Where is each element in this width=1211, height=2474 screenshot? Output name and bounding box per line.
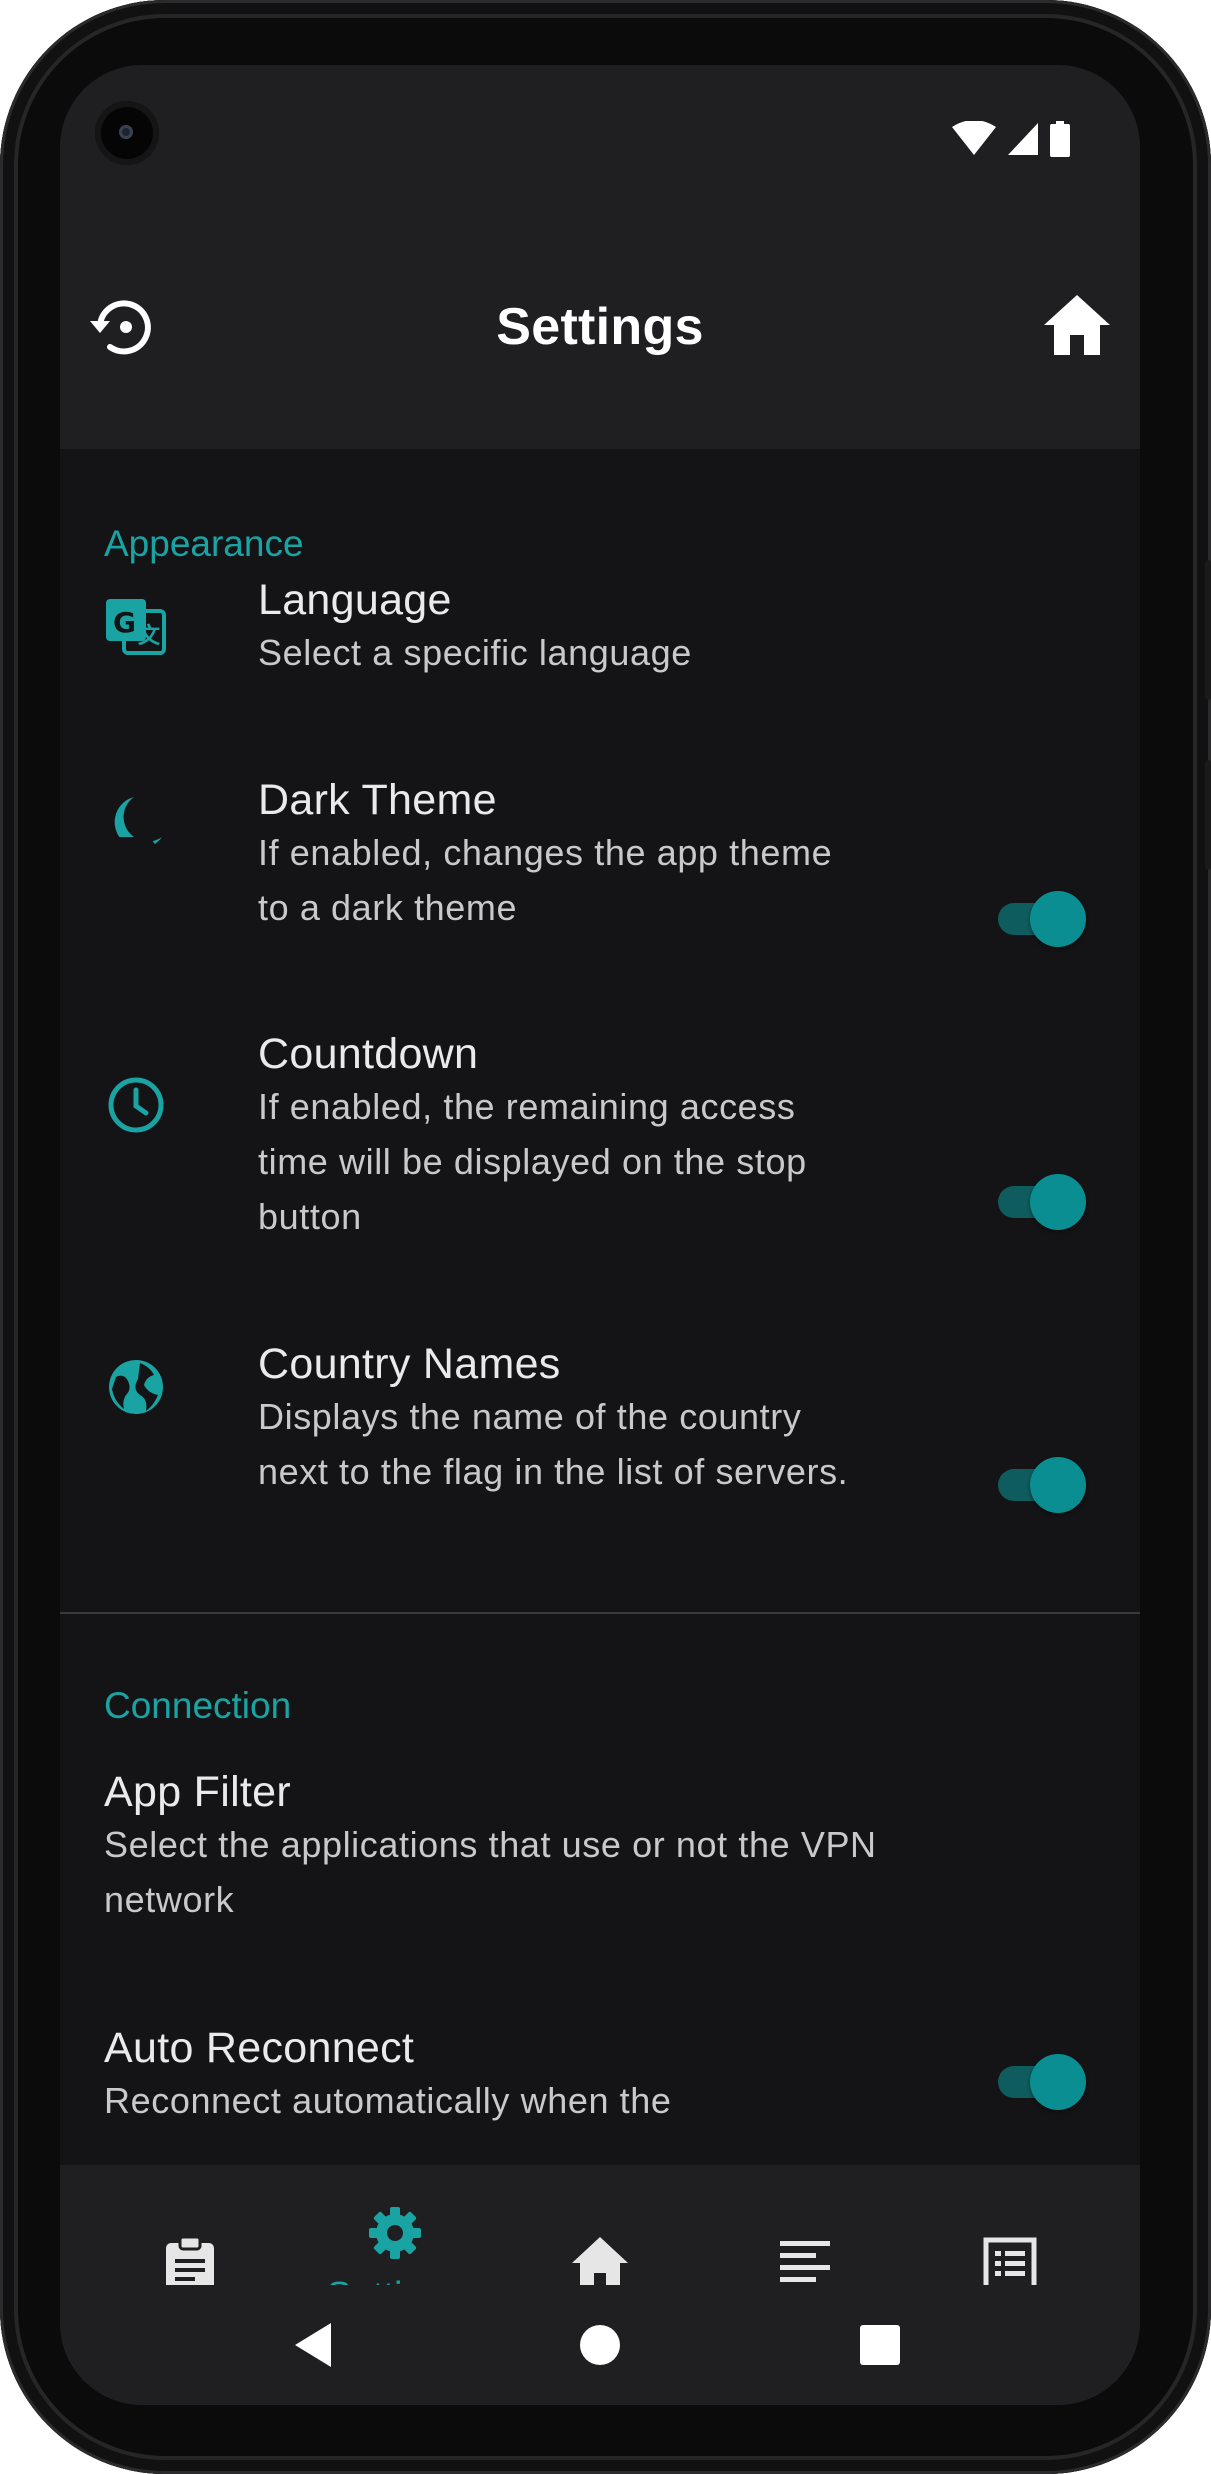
screen: Settings Appearance G 文 Language Select …: [60, 65, 1140, 2405]
section-title-appearance: Appearance: [104, 523, 304, 564]
recents-icon[interactable]: [850, 2315, 910, 2375]
app-bar: Settings: [60, 193, 1140, 449]
countdown-toggle[interactable]: [998, 1174, 1086, 1230]
home-button[interactable]: [1040, 289, 1114, 363]
setting-subtitle: time will be displayed on the stop: [258, 1141, 807, 1182]
setting-subtitle: Reconnect automatically when the: [104, 2080, 672, 2121]
setting-title: Country Names: [258, 1340, 561, 1388]
text-lines-icon: [780, 2241, 830, 2291]
setting-subtitle: network: [104, 1879, 235, 1920]
auto-reconnect-toggle[interactable]: [998, 2054, 1086, 2110]
status-icons: [952, 119, 1070, 159]
setting-title: Auto Reconnect: [104, 2024, 415, 2072]
gear-icon: [369, 2207, 421, 2259]
list-box-icon: [983, 2237, 1037, 2291]
front-camera: [95, 101, 159, 165]
setting-title: Countdown: [258, 1030, 479, 1078]
setting-title: App Filter: [104, 1768, 292, 1816]
power-button: [1205, 560, 1211, 700]
setting-subtitle: Displays the name of the country: [258, 1396, 802, 1437]
toggle-thumb: [1030, 2054, 1086, 2110]
home-circle-icon[interactable]: [570, 2315, 630, 2375]
svg-text:G: G: [113, 606, 136, 639]
system-nav-bar: [60, 2285, 1140, 2405]
country-names-toggle[interactable]: [998, 1457, 1086, 1513]
setting-title: Dark Theme: [258, 776, 497, 824]
wifi-icon: [952, 121, 996, 155]
settings-list: Appearance G 文 Language Select a specifi…: [60, 449, 1140, 2165]
setting-subtitle: Select a specific language: [258, 632, 692, 673]
translate-icon: G 文: [106, 599, 166, 655]
volume-button: [1205, 760, 1211, 870]
cell-signal-icon: [1008, 123, 1038, 155]
page-title: Settings: [496, 298, 704, 356]
setting-subtitle: button: [258, 1196, 362, 1237]
section-title-connection: Connection: [104, 1685, 292, 1726]
setting-subtitle: next to the flag in the list of servers.: [258, 1451, 849, 1492]
phone-frame: Settings Appearance G 文 Language Select …: [0, 0, 1211, 2474]
status-bar: [60, 65, 1140, 193]
back-icon[interactable]: [285, 2315, 345, 2375]
setting-title: Language: [258, 576, 452, 624]
home-icon: [572, 2237, 628, 2289]
toggle-thumb: [1030, 1457, 1086, 1513]
section-divider: [60, 1612, 1140, 1614]
dark-theme-icon: [108, 797, 162, 849]
globe-icon: [109, 1360, 163, 1414]
toggle-thumb: [1030, 891, 1086, 947]
setting-subtitle: to a dark theme: [258, 887, 518, 928]
setting-subtitle: If enabled, the remaining access: [258, 1086, 796, 1127]
setting-subtitle: Select the applications that use or not …: [104, 1824, 877, 1865]
toggle-thumb: [1030, 1174, 1086, 1230]
dark-theme-toggle[interactable]: [998, 891, 1086, 947]
home-icon: [1044, 295, 1110, 355]
battery-icon: [1050, 121, 1070, 157]
svg-text:文: 文: [138, 623, 161, 649]
setting-subtitle: If enabled, changes the app theme: [258, 832, 833, 873]
clock-icon: [108, 1077, 164, 1133]
